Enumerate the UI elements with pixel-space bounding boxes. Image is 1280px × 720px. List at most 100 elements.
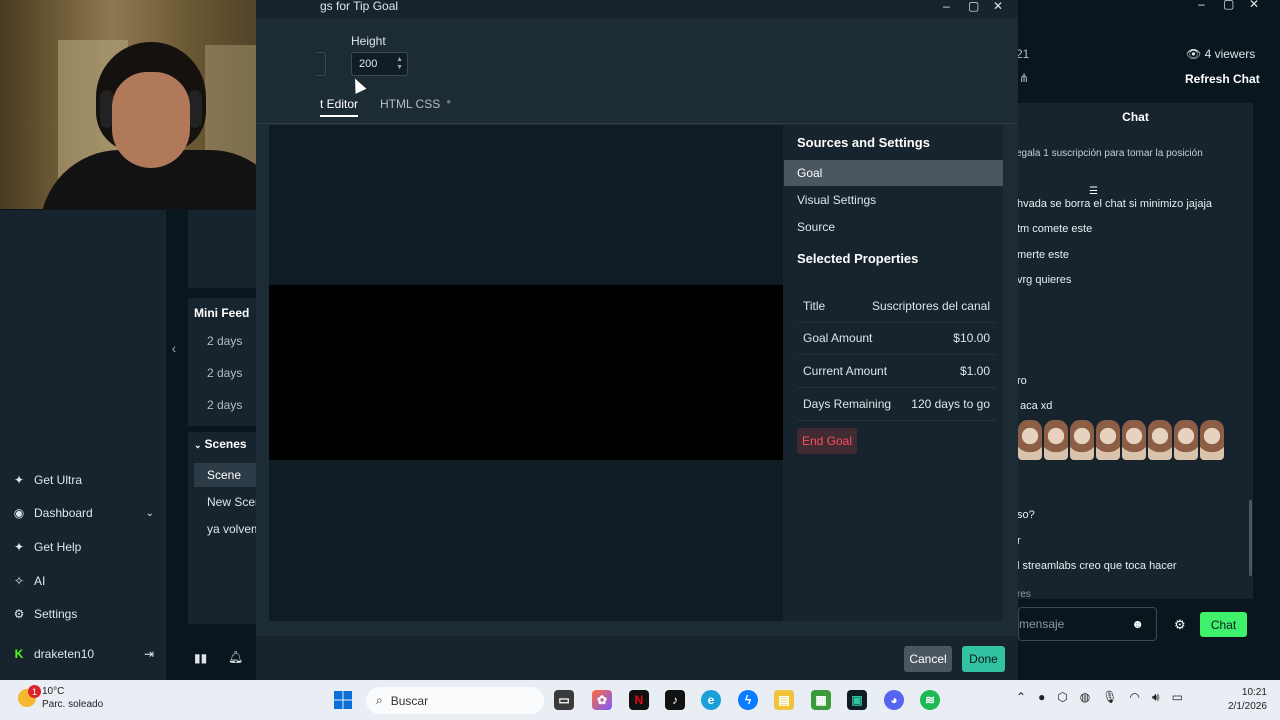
help-icon: ✦: [13, 540, 25, 554]
width-input[interactable]: [316, 52, 326, 76]
weather-widget[interactable]: 1 10°C Parc. soleado: [18, 685, 103, 711]
weather-temp: 10°C: [42, 686, 65, 697]
done-button[interactable]: Done: [962, 646, 1005, 672]
tray-app-icon[interactable]: ⬡: [1057, 690, 1067, 705]
logout-icon[interactable]: ⇥: [144, 647, 154, 661]
volume-icon[interactable]: 🔊︎: [1152, 690, 1160, 705]
chat-scrollbar[interactable]: [1249, 500, 1252, 576]
pin-handle-icon[interactable]: ☰: [1089, 186, 1098, 197]
emote-image: [1096, 420, 1120, 460]
minecraft-icon[interactable]: ▦: [811, 690, 831, 710]
chat-header: Chat: [1018, 103, 1253, 131]
discord-icon[interactable]: ◕: [884, 690, 904, 710]
collapse-sidebar-icon[interactable]: ‹: [166, 336, 182, 360]
feed-row: 2 days: [207, 366, 243, 380]
scenes-title-label: Scenes: [204, 437, 247, 451]
taskbar-search[interactable]: ⌕ Buscar: [366, 687, 544, 714]
sidebar-item-get-ultra[interactable]: ✦ Get Ultra: [12, 467, 82, 493]
tray-app-icon[interactable]: ●: [1038, 690, 1045, 705]
emote-image: [1122, 420, 1146, 460]
taskbar-clock[interactable]: 10:21 2/1/2026: [1228, 686, 1267, 714]
copilot-icon[interactable]: ✿: [592, 690, 612, 710]
chat-message: so?: [1017, 509, 1035, 521]
search-label: Buscar: [390, 693, 429, 708]
property-value[interactable]: $10.00: [953, 331, 990, 345]
close-icon[interactable]: ✕: [1249, 0, 1259, 11]
share-icon[interactable]: ⋔: [1019, 71, 1029, 85]
source-item-visual-settings[interactable]: Visual Settings: [784, 187, 1003, 213]
sidebar-item-label: Get Help: [34, 540, 82, 554]
file-explorer-icon[interactable]: ▤: [774, 690, 794, 710]
modal-minimize-icon[interactable]: –: [943, 0, 950, 13]
property-value[interactable]: Suscriptores del canal: [872, 299, 990, 313]
chat-settings-icon[interactable]: ⚙: [1174, 617, 1186, 633]
emote-image: [1148, 420, 1172, 460]
sidebar-item-ai[interactable]: ✧ AI: [12, 568, 45, 594]
widget-preview-canvas: [269, 285, 783, 460]
chat-message: tm comete este: [1017, 223, 1093, 235]
chat-message-input[interactable]: mensaje ☻: [1018, 607, 1157, 641]
bell-icon[interactable]: 🔔︎: [228, 650, 243, 664]
scenes-title: ⌄ Scenes: [194, 437, 247, 451]
emoji-icon[interactable]: ☻: [1131, 617, 1144, 631]
edge-icon[interactable]: e: [701, 690, 721, 710]
notification-badge: 1: [28, 685, 41, 698]
sources-settings-heading: Sources and Settings: [797, 135, 930, 150]
windows-start-icon[interactable]: [333, 690, 353, 710]
sidebar-item-label: Settings: [34, 607, 78, 621]
source-item-goal[interactable]: Goal: [784, 160, 1003, 186]
end-goal-button[interactable]: End Goal: [797, 428, 857, 454]
property-value[interactable]: 120 days to go: [911, 397, 990, 411]
scene-item[interactable]: New Scer: [207, 495, 259, 509]
dashboard-icon: ◉: [13, 506, 25, 520]
chat-message: aca xd: [1020, 400, 1053, 412]
source-item-source[interactable]: Source: [784, 214, 1003, 240]
chat-send-button[interactable]: Chat: [1200, 612, 1247, 637]
chat-message: vrg quieres: [1017, 274, 1072, 286]
mini-feed-title: Mini Feed: [194, 306, 250, 320]
minimize-icon[interactable]: –: [1198, 0, 1205, 11]
info-dot-icon: ●: [446, 97, 452, 106]
streamlabs-icon[interactable]: ▣: [847, 690, 867, 710]
tray-app-icon[interactable]: ◍: [1080, 690, 1090, 705]
stats-icon[interactable]: ▮▮: [194, 651, 207, 665]
messenger-icon[interactable]: ϟ: [738, 690, 758, 710]
property-label: Days Remaining: [803, 397, 892, 411]
scene-item[interactable]: ya volvem: [207, 522, 261, 536]
height-input[interactable]: 200 ▲ ▼: [351, 52, 408, 76]
sidebar-item-dashboard[interactable]: ◉ Dashboard ⌄: [12, 500, 154, 526]
chat-message: ro: [1017, 375, 1027, 387]
sidebar-item-settings[interactable]: ⚙ Settings: [12, 601, 78, 627]
modal-close-icon[interactable]: ✕: [993, 0, 1003, 13]
refresh-chat-button[interactable]: Refresh Chat: [1185, 72, 1260, 86]
emote-image: [1174, 420, 1198, 460]
stepper-icon[interactable]: ▲ ▼: [396, 56, 403, 72]
sidebar-user[interactable]: K draketen10 ⇥: [12, 641, 154, 667]
tab-editor[interactable]: t Editor: [320, 97, 359, 117]
weather-desc: Parc. soleado: [42, 699, 104, 710]
modal-maximize-icon[interactable]: ▢: [968, 0, 979, 13]
battery-icon[interactable]: ▭: [1172, 690, 1183, 705]
eye-icon: 👁︎: [1186, 47, 1202, 61]
property-label: Current Amount: [803, 364, 888, 378]
chevron-up-icon[interactable]: ⌃: [1016, 690, 1026, 705]
netflix-icon[interactable]: N: [629, 690, 649, 710]
tab-html-css[interactable]: HTML CSS ●: [380, 97, 451, 117]
tiktok-icon[interactable]: ♪: [665, 690, 685, 710]
username: draketen10: [34, 647, 95, 661]
sidebar-item-label: Get Ultra: [34, 473, 83, 487]
ultra-icon: ✦: [13, 473, 25, 487]
feed-row: 2 days: [207, 398, 243, 412]
property-value[interactable]: $1.00: [960, 364, 990, 378]
sidebar-item-get-help[interactable]: ✦ Get Help: [12, 534, 81, 560]
scene-item-active[interactable]: Scene: [194, 463, 256, 487]
spotify-icon[interactable]: ≋: [920, 690, 940, 710]
microphone-icon[interactable]: 🎙︎: [1102, 690, 1117, 705]
property-row-current-amount: Current Amount $1.00: [797, 355, 996, 388]
task-view-icon[interactable]: ▭: [554, 690, 574, 710]
cancel-button[interactable]: Cancel: [904, 646, 952, 672]
maximize-icon[interactable]: ▢: [1223, 0, 1234, 11]
height-value: 200: [359, 58, 378, 70]
wifi-icon[interactable]: ◠: [1130, 690, 1140, 705]
kick-logo-icon: K: [14, 647, 24, 661]
